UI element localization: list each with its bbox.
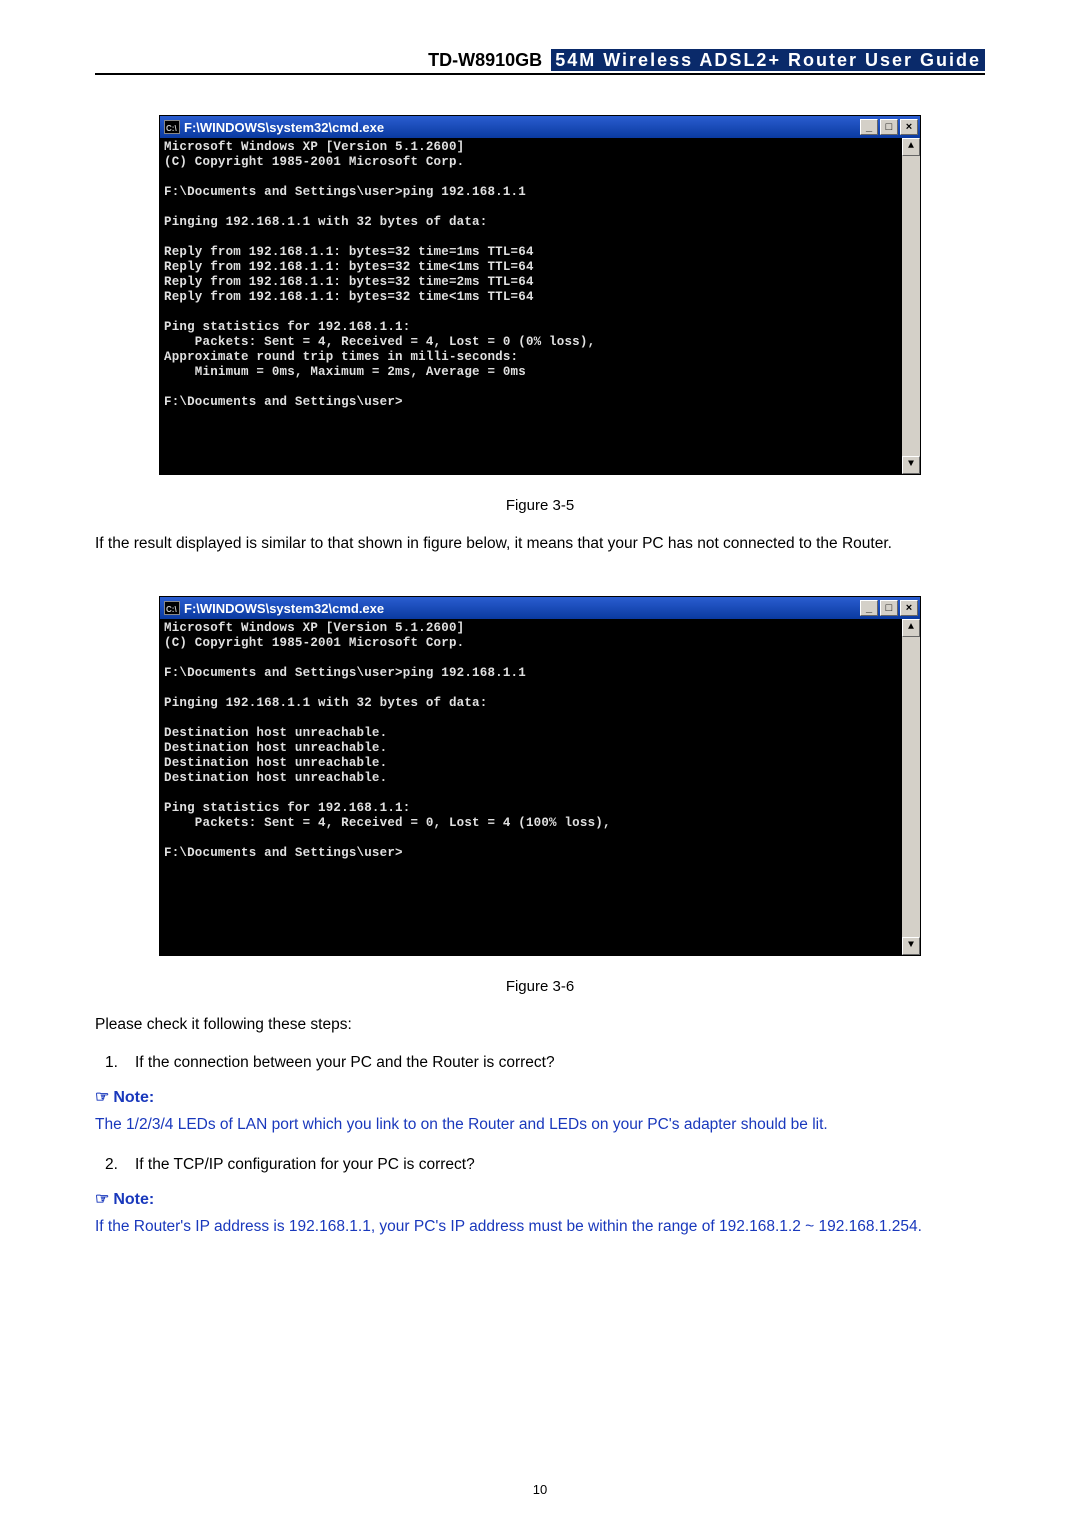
note-label-2: ☞Note:: [95, 1189, 985, 1209]
close-button[interactable]: ×: [900, 119, 918, 135]
scrollbar[interactable]: ▲ ▼: [902, 619, 920, 955]
figure-caption-1: Figure 3-5: [95, 497, 985, 514]
step-text: If the connection between your PC and th…: [135, 1051, 985, 1075]
scrollbar[interactable]: ▲ ▼: [902, 138, 920, 474]
scroll-up-button[interactable]: ▲: [902, 138, 920, 156]
pointing-hand-icon: ☞: [95, 1089, 109, 1106]
paragraph-not-connected: If the result displayed is similar to th…: [95, 532, 985, 556]
step-number: 2.: [95, 1153, 135, 1177]
minimize-button[interactable]: _: [860, 600, 878, 616]
pointing-hand-icon: ☞: [95, 1191, 109, 1208]
scroll-down-button[interactable]: ▼: [902, 456, 920, 474]
figure-caption-2: Figure 3-6: [95, 978, 985, 995]
cmd-window-failure: C:\ F:\WINDOWS\system32\cmd.exe _ □ × Mi…: [159, 596, 921, 956]
page-number: 10: [0, 1482, 1080, 1497]
note-word: Note:: [113, 1191, 154, 1208]
maximize-button[interactable]: □: [880, 119, 898, 135]
header-model: TD-W8910GB: [428, 50, 542, 70]
scroll-down-button[interactable]: ▼: [902, 937, 920, 955]
header-description: 54M Wireless ADSL2+ Router User Guide: [551, 49, 985, 71]
cmd-titlebar[interactable]: C:\ F:\WINDOWS\system32\cmd.exe _ □ ×: [160, 597, 920, 619]
step-number: 1.: [95, 1051, 135, 1075]
page: TD-W8910GB 54M Wireless ADSL2+ Router Us…: [0, 0, 1080, 1527]
step-2: 2. If the TCP/IP configuration for your …: [95, 1153, 985, 1177]
cmd-body-wrap: Microsoft Windows XP [Version 5.1.2600] …: [160, 138, 920, 474]
scroll-up-button[interactable]: ▲: [902, 619, 920, 637]
note-text-2: If the Router's IP address is 192.168.1.…: [95, 1215, 985, 1239]
maximize-button[interactable]: □: [880, 600, 898, 616]
cmd-body-wrap: Microsoft Windows XP [Version 5.1.2600] …: [160, 619, 920, 955]
cmd-title-text: F:\WINDOWS\system32\cmd.exe: [184, 601, 860, 616]
window-controls: _ □ ×: [860, 600, 918, 616]
step-text: If the TCP/IP configuration for your PC …: [135, 1153, 985, 1177]
cmd-output: Microsoft Windows XP [Version 5.1.2600] …: [160, 619, 902, 955]
cmd-window-success: C:\ F:\WINDOWS\system32\cmd.exe _ □ × Mi…: [159, 115, 921, 475]
note-text-1: The 1/2/3/4 LEDs of LAN port which you l…: [95, 1113, 985, 1137]
note-word: Note:: [113, 1089, 154, 1106]
cmd-prompt-icon: C:\: [164, 120, 180, 134]
cmd-output: Microsoft Windows XP [Version 5.1.2600] …: [160, 138, 902, 474]
paragraph-check-steps: Please check it following these steps:: [95, 1013, 985, 1037]
window-controls: _ □ ×: [860, 119, 918, 135]
minimize-button[interactable]: _: [860, 119, 878, 135]
cmd-titlebar[interactable]: C:\ F:\WINDOWS\system32\cmd.exe _ □ ×: [160, 116, 920, 138]
cmd-title-text: F:\WINDOWS\system32\cmd.exe: [184, 120, 860, 135]
step-1: 1. If the connection between your PC and…: [95, 1051, 985, 1075]
page-header: TD-W8910GB 54M Wireless ADSL2+ Router Us…: [95, 50, 985, 75]
note-label-1: ☞Note:: [95, 1087, 985, 1107]
close-button[interactable]: ×: [900, 600, 918, 616]
cmd-prompt-icon: C:\: [164, 601, 180, 615]
